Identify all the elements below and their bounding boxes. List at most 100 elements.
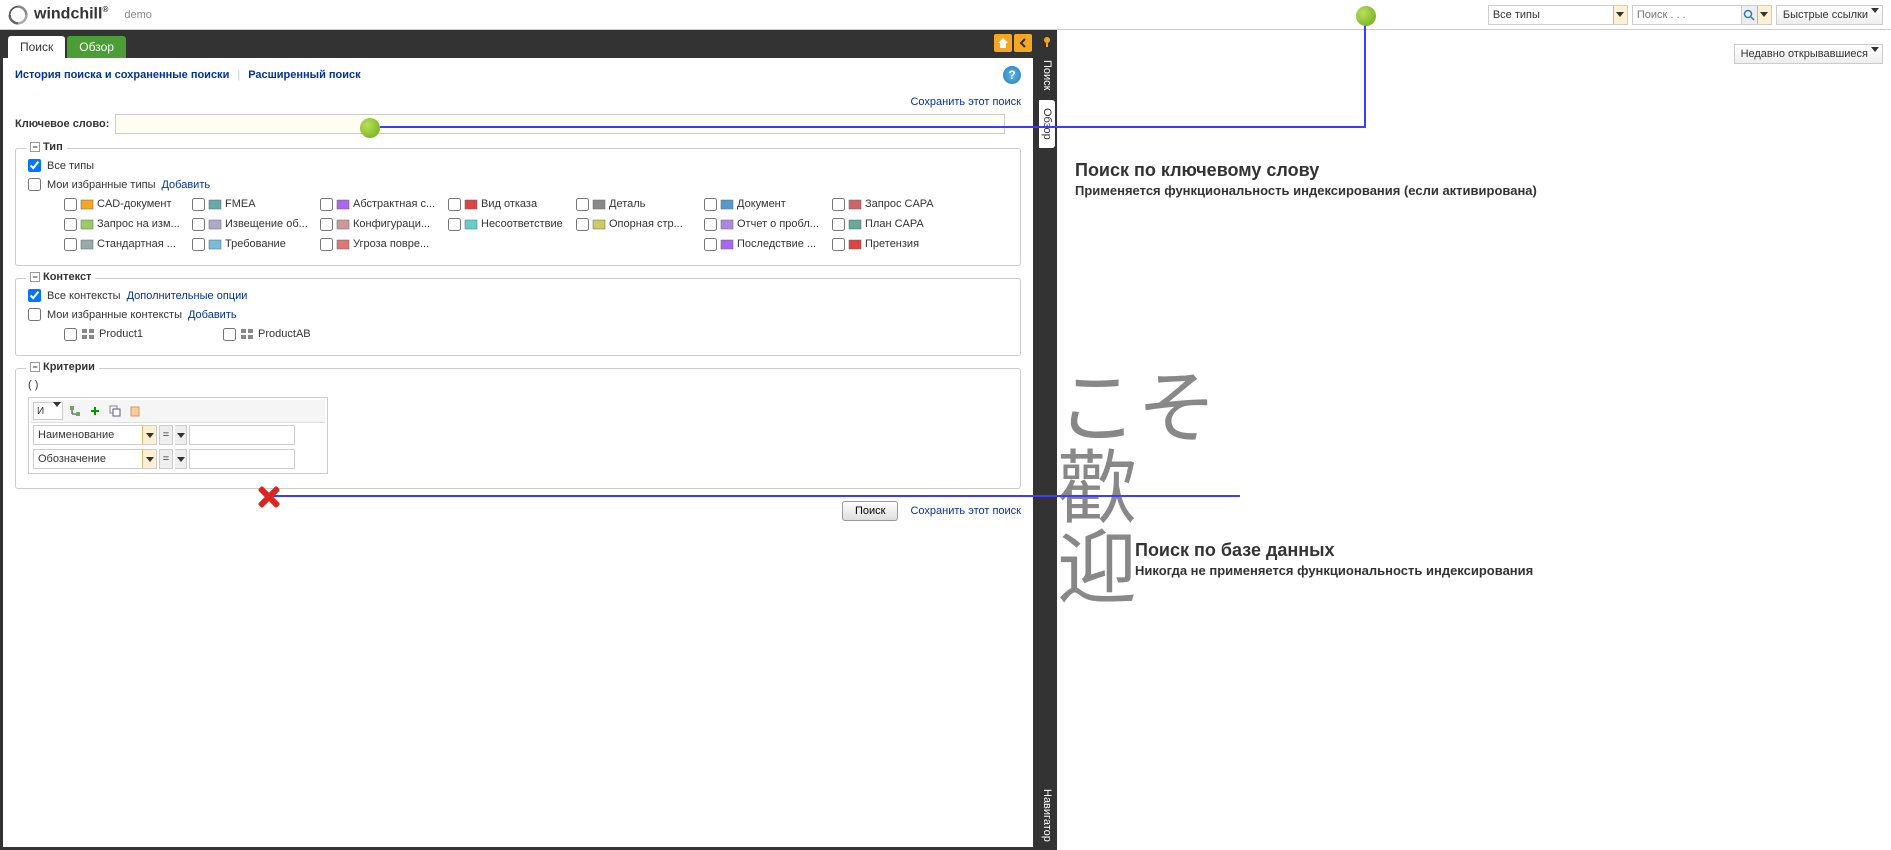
- collapse-icon[interactable]: −: [30, 272, 40, 282]
- search-dropdown[interactable]: [1757, 6, 1771, 24]
- save-search-link-bottom[interactable]: Сохранить этот поиск: [910, 505, 1021, 517]
- add-type-link[interactable]: Добавить: [161, 179, 210, 191]
- type-checkbox[interactable]: [576, 218, 589, 231]
- type-checkbox[interactable]: [576, 198, 589, 211]
- user-label: demo: [124, 9, 152, 21]
- collapse-icon[interactable]: −: [30, 362, 40, 372]
- global-search[interactable]: [1632, 5, 1772, 25]
- type-checkbox[interactable]: [320, 198, 333, 211]
- type-checkbox[interactable]: [192, 218, 205, 231]
- vtab-navigator[interactable]: Навигатор: [1039, 781, 1055, 850]
- anno2-sub: Никогда не применяется функциональность …: [1135, 563, 1533, 578]
- left-panel: Поиск Обзор История поиска и сохраненные…: [0, 30, 1037, 850]
- logo: windchill® demo: [8, 5, 152, 25]
- criteria-operator[interactable]: =: [159, 425, 173, 445]
- criteria-op-dropdown[interactable]: [175, 425, 187, 445]
- all-types-label: Все типы: [47, 160, 94, 172]
- save-search-link-top[interactable]: Сохранить этот поиск: [15, 96, 1021, 108]
- type-checkbox[interactable]: [64, 218, 77, 231]
- logo-icon: [8, 5, 28, 25]
- fav-contexts-checkbox[interactable]: [28, 308, 41, 321]
- type-icon: [720, 217, 734, 231]
- home-icon[interactable]: [994, 34, 1012, 52]
- anno2-title: Поиск по базе данных: [1135, 540, 1533, 561]
- tab-search[interactable]: Поиск: [8, 36, 65, 58]
- criteria-value-input[interactable]: [189, 425, 295, 445]
- vtab-search[interactable]: Поиск: [1039, 52, 1055, 98]
- history-link[interactable]: История поиска и сохраненные поиски: [15, 69, 229, 81]
- keyword-input[interactable]: [115, 114, 1005, 134]
- recent-dropdown[interactable]: Недавно открывавшиеся: [1734, 44, 1883, 64]
- type-item: Извещение об...: [192, 217, 320, 231]
- type-fieldset: − Тип Все типы Мои избранные типы Добави…: [15, 148, 1021, 266]
- search-input[interactable]: [1633, 9, 1733, 21]
- paste-icon[interactable]: [127, 403, 143, 419]
- type-checkbox[interactable]: [832, 238, 845, 251]
- type-legend: − Тип: [26, 141, 67, 153]
- context-label: Product1: [99, 328, 143, 340]
- type-item: Несоответствие: [448, 217, 576, 231]
- anno1-sub: Применяется функциональность индексирова…: [1075, 183, 1537, 198]
- annotation-line: [1364, 16, 1366, 128]
- type-icon: [720, 237, 734, 251]
- criteria-field-select[interactable]: Обозначение: [33, 449, 157, 469]
- search-button[interactable]: Поиск: [842, 501, 898, 521]
- all-types-checkbox[interactable]: [28, 159, 41, 172]
- main: Поиск Обзор История поиска и сохраненные…: [0, 30, 1891, 850]
- criteria-field-select[interactable]: Наименование: [33, 425, 157, 445]
- collapse-panel-icon[interactable]: [1014, 34, 1032, 52]
- type-checkbox[interactable]: [448, 198, 461, 211]
- copy-icon[interactable]: [107, 403, 123, 419]
- pin-icon[interactable]: [1039, 34, 1055, 50]
- search-content: История поиска и сохраненные поиски | Ра…: [0, 58, 1036, 850]
- quick-links-button[interactable]: Быстрые ссылки: [1776, 5, 1883, 25]
- type-item: Стандартная ...: [64, 237, 192, 251]
- type-label: Несоответствие: [481, 218, 563, 230]
- search-icon[interactable]: [1741, 6, 1757, 24]
- type-label: Извещение об...: [225, 218, 308, 230]
- context-legend-label: Контекст: [43, 271, 91, 283]
- fav-types-label: Мои избранные типы: [47, 179, 155, 191]
- and-or-select[interactable]: И: [33, 402, 63, 420]
- collapse-icon[interactable]: −: [30, 142, 40, 152]
- criteria-fieldset: − Критерии ( ) И Наименов: [15, 368, 1021, 489]
- fav-types-checkbox[interactable]: [28, 178, 41, 191]
- type-checkbox[interactable]: [64, 198, 77, 211]
- type-legend-label: Тип: [43, 141, 63, 153]
- type-checkbox[interactable]: [448, 218, 461, 231]
- advanced-link[interactable]: Расширенный поиск: [248, 69, 360, 81]
- context-checkbox[interactable]: [64, 328, 77, 341]
- type-checkbox[interactable]: [192, 198, 205, 211]
- criteria-operator[interactable]: =: [159, 449, 173, 469]
- all-contexts-checkbox[interactable]: [28, 289, 41, 302]
- context-checkbox[interactable]: [223, 328, 236, 341]
- type-item: Документ: [704, 197, 832, 211]
- type-checkbox[interactable]: [704, 218, 717, 231]
- tree-icon[interactable]: [67, 403, 83, 419]
- add-context-link[interactable]: Добавить: [188, 309, 237, 321]
- type-checkbox[interactable]: [64, 238, 77, 251]
- type-item: CAD-документ: [64, 197, 192, 211]
- type-checkbox[interactable]: [192, 238, 205, 251]
- tab-overview[interactable]: Обзор: [67, 36, 126, 58]
- keyword-row: Ключевое слово:: [15, 114, 1021, 134]
- type-item: [448, 237, 576, 251]
- type-checkbox[interactable]: [320, 218, 333, 231]
- type-grid: CAD-документ FMEA Абстрактная с... Вид о…: [64, 197, 1008, 251]
- help-icon[interactable]: ?: [1003, 66, 1021, 84]
- type-checkbox[interactable]: [320, 238, 333, 251]
- criteria-op-dropdown[interactable]: [175, 449, 187, 469]
- context-legend: − Контекст: [26, 271, 95, 283]
- type-checkbox[interactable]: [832, 198, 845, 211]
- type-checkbox[interactable]: [704, 238, 717, 251]
- criteria-value-input[interactable]: [189, 449, 295, 469]
- type-checkbox[interactable]: [704, 198, 717, 211]
- plus-icon[interactable]: [87, 403, 103, 419]
- recent-label: Недавно открывавшиеся: [1741, 48, 1868, 60]
- context-label: ProductAB: [258, 328, 311, 340]
- type-checkbox[interactable]: [832, 218, 845, 231]
- vtab-overview[interactable]: Обзор: [1039, 100, 1055, 148]
- type-filter-select[interactable]: Все типы: [1488, 5, 1628, 25]
- context-options-link[interactable]: Дополнительные опции: [127, 290, 248, 302]
- type-item: План CAPA: [832, 217, 960, 231]
